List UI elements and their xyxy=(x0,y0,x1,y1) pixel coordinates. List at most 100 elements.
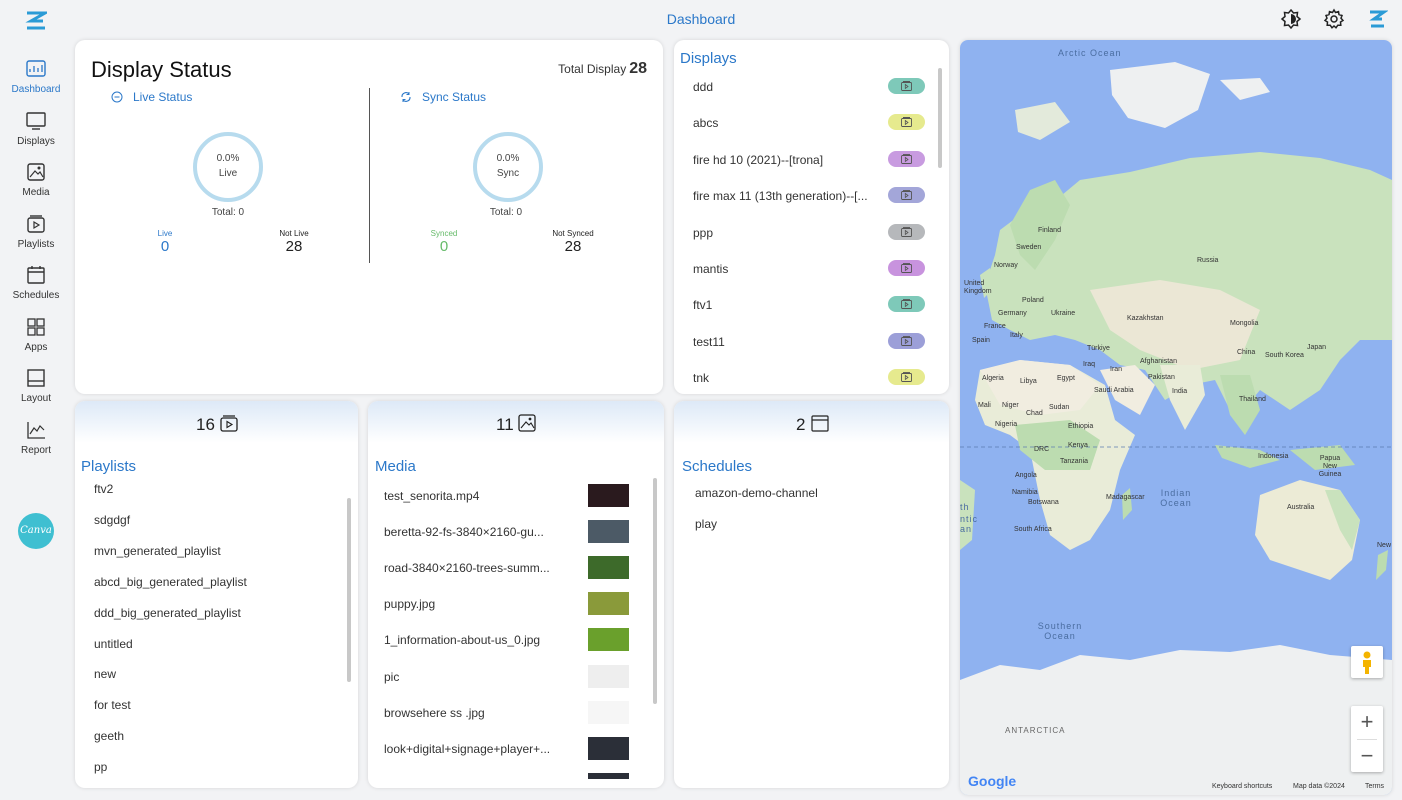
canva-button[interactable]: Canva xyxy=(18,513,54,549)
sync-status-header[interactable]: Sync Status xyxy=(400,90,486,104)
keyboard-shortcuts-link[interactable]: Keyboard shortcuts xyxy=(1212,783,1272,790)
map-label: Germany xyxy=(998,310,1027,317)
zoom-in-button[interactable]: + xyxy=(1351,706,1383,738)
live-status-header[interactable]: Live Status xyxy=(111,90,192,104)
display-type-badge[interactable] xyxy=(888,296,925,313)
playlists-scrollbar[interactable] xyxy=(347,498,351,682)
map-panel[interactable]: Arctic Ocean Indian Ocean Southern Ocean… xyxy=(960,40,1392,795)
playlist-list-item[interactable]: abcd_big_generated_playlist xyxy=(94,575,247,589)
media-list-item[interactable]: road-3840×2160-trees-summ... xyxy=(384,556,629,580)
media-thumbnail xyxy=(588,628,629,652)
display-list-item[interactable]: ppp xyxy=(693,223,925,243)
playlist-list-item[interactable]: mvn_generated_playlist xyxy=(94,544,221,558)
terms-link[interactable]: Terms xyxy=(1365,783,1384,790)
schedule-list-item[interactable]: play xyxy=(695,517,717,531)
display-list-item[interactable]: test11 xyxy=(693,332,925,352)
media-list-item[interactable]: 1_information-about-us_0.jpg xyxy=(384,628,629,652)
sidebar-item-schedules[interactable]: Schedules xyxy=(0,264,72,312)
sidebar-item-playlists[interactable]: Playlists xyxy=(0,213,72,261)
display-type-icon xyxy=(901,335,912,346)
display-type-icon xyxy=(901,153,912,164)
media-name: road-3840×2160-trees-summ... xyxy=(384,561,550,576)
sidebar-item-dashboard[interactable]: Dashboard xyxy=(0,58,72,106)
playlist-list-item[interactable]: ddd_big_generated_playlist xyxy=(94,606,241,620)
media-list-item[interactable]: puppy.jpg xyxy=(384,592,629,616)
sync-gauge-percent: 0.0% xyxy=(496,153,520,164)
map-label: Kazakhstan xyxy=(1127,315,1164,322)
display-type-icon xyxy=(901,190,912,201)
display-list-item[interactable]: fire max 11 (13th generation)--[... xyxy=(693,186,925,206)
synced-count-label: Synced xyxy=(430,229,458,238)
map-label: United Kingdom xyxy=(964,280,992,295)
display-type-badge[interactable] xyxy=(888,114,925,131)
page-title: Dashboard xyxy=(666,11,736,27)
street-view-pegman-button[interactable] xyxy=(1351,646,1383,678)
display-type-badge[interactable] xyxy=(888,332,925,349)
map-label: Algeria xyxy=(982,375,1004,382)
sidebar-item-apps[interactable]: Apps xyxy=(0,316,72,364)
playlist-list-item[interactable]: pp xyxy=(94,760,107,774)
display-type-badge[interactable] xyxy=(888,150,925,167)
sidebar-item-report[interactable]: Report xyxy=(0,419,72,467)
live-count-stat: Live 0 xyxy=(125,229,205,255)
media-list-item[interactable]: beretta-92-fs-3840×2160-gu... xyxy=(384,520,629,544)
display-list-item[interactable]: mantis xyxy=(693,259,925,279)
total-display-label: Total Display xyxy=(558,62,627,76)
map-label: Japan xyxy=(1307,344,1327,351)
playlist-list-item[interactable]: ftv2 xyxy=(94,482,113,496)
zoom-out-button[interactable]: − xyxy=(1351,740,1383,772)
displays-scrollbar[interactable] xyxy=(938,68,942,168)
world-map[interactable] xyxy=(960,40,1392,795)
media-thumbnail xyxy=(588,700,629,724)
live-status-label: Live Status xyxy=(133,90,193,104)
map-label-arctic: Arctic Ocean xyxy=(1058,48,1122,58)
playlist-list-item[interactable]: untitled xyxy=(94,637,133,651)
display-list-item[interactable]: ftv1 xyxy=(693,295,925,315)
sidebar-item-layout[interactable]: Layout xyxy=(0,367,72,415)
schedule-list-item[interactable]: amazon-demo-channel xyxy=(695,486,818,500)
playlist-list-item[interactable]: for test xyxy=(94,698,131,712)
sync-gauge-label: Sync xyxy=(496,168,520,179)
gear-icon[interactable] xyxy=(1323,8,1345,30)
display-type-badge[interactable] xyxy=(888,260,925,276)
media-list-item[interactable]: look+digital+signage+player+... xyxy=(384,736,629,761)
map-label: DRC xyxy=(1034,446,1050,453)
sync-gauge: 0.0% Sync xyxy=(473,132,543,202)
map-label: Libya xyxy=(1020,378,1037,385)
map-label: New xyxy=(1377,542,1392,549)
media-list-item[interactable]: pic xyxy=(384,664,629,689)
status-divider xyxy=(369,88,370,263)
pegman-icon xyxy=(1363,651,1371,674)
theme-toggle-icon[interactable] xyxy=(1280,8,1302,30)
media-list-item[interactable]: browsehere ss .jpg xyxy=(384,700,629,725)
layout-icon xyxy=(27,369,45,387)
display-type-badge[interactable] xyxy=(888,78,925,94)
playlist-list-item[interactable]: sdgdgf xyxy=(94,513,130,527)
map-label: China xyxy=(1237,349,1256,356)
display-type-badge[interactable] xyxy=(888,369,925,386)
sidebar-item-label: Media xyxy=(22,187,50,198)
display-type-badge[interactable] xyxy=(888,223,925,240)
media-card: 11 Media test_senorita.mp4 beretta-92-fs-… xyxy=(368,401,664,788)
sidebar-item-media[interactable]: Media xyxy=(0,161,72,209)
display-type-icon xyxy=(901,226,912,237)
not-synced-count-value: 28 xyxy=(564,238,582,255)
display-list-item[interactable]: ddd xyxy=(693,77,925,97)
display-type-badge[interactable] xyxy=(888,187,925,204)
playlist-list-item[interactable]: new xyxy=(94,667,116,681)
media-scrollbar[interactable] xyxy=(653,478,657,704)
media-name: puppy.jpg xyxy=(384,597,436,612)
google-logo[interactable]: Google xyxy=(968,773,1016,789)
map-label: Ukraine xyxy=(1051,310,1076,317)
media-thumbnail xyxy=(588,520,629,544)
display-list-item[interactable]: tnk xyxy=(693,368,925,388)
user-logo-icon[interactable] xyxy=(1366,8,1388,30)
playlist-icon xyxy=(220,415,238,432)
playlists-title: Playlists xyxy=(81,458,137,475)
media-list-item[interactable]: test_senorita.mp4 xyxy=(384,484,629,508)
display-list-item[interactable]: fire hd 10 (2021)--[trona] xyxy=(693,150,925,170)
map-label: Russia xyxy=(1197,257,1219,264)
playlist-list-item[interactable]: geeth xyxy=(94,729,124,743)
display-list-item[interactable]: abcs xyxy=(693,113,925,133)
sidebar-item-displays[interactable]: Displays xyxy=(0,110,72,158)
